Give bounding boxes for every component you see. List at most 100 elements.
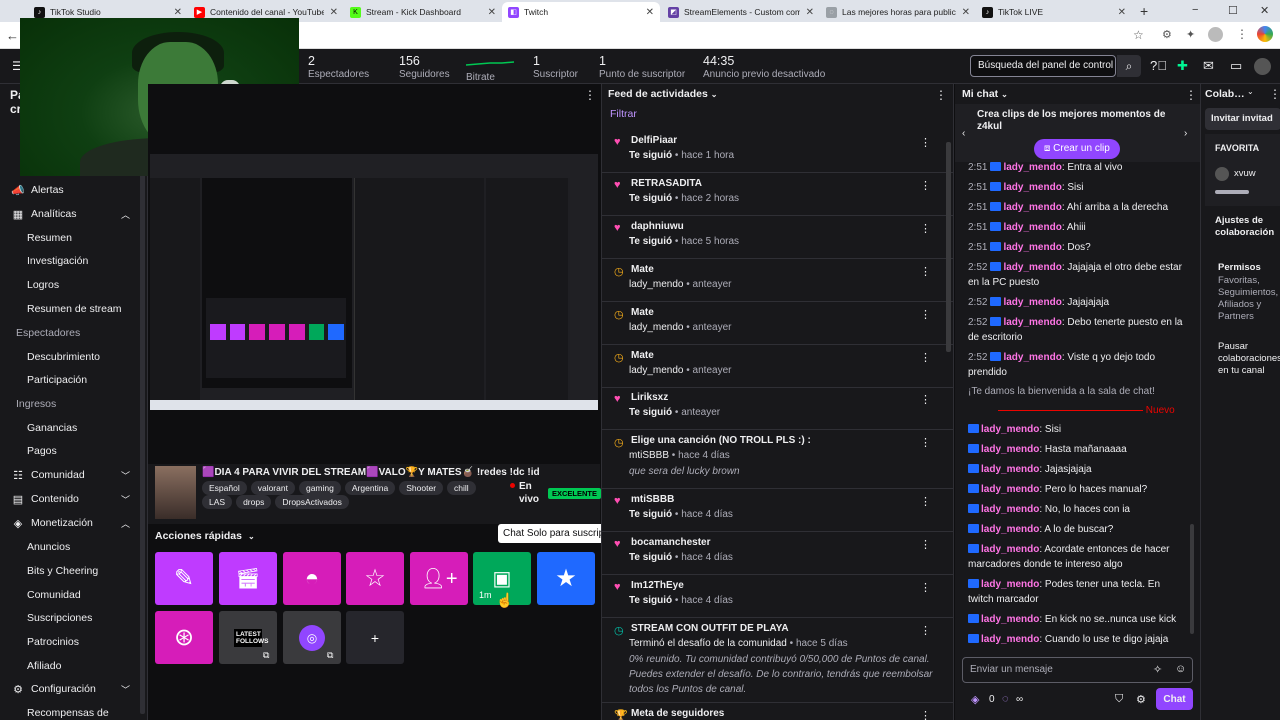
feed-item[interactable]: ◷ Mate lady_mendo • anteayer ⋮ <box>602 302 953 345</box>
stream-tag[interactable]: Argentina <box>344 481 396 495</box>
chat-username[interactable]: lady_mendo <box>981 544 1039 555</box>
chat-message[interactable]: 2:51 lady_mendo: Ahí arriba a la derecha <box>968 200 1183 215</box>
fav-user-name[interactable]: xvuw <box>1234 168 1256 179</box>
minimize-icon[interactable]: − <box>1192 4 1198 16</box>
chat-username[interactable]: lady_mendo <box>1003 182 1061 193</box>
feed-item-menu-icon[interactable]: ⋮ <box>920 538 931 551</box>
sidebar-item-descubrimiento[interactable]: Descubrimiento <box>0 346 147 368</box>
feed-item[interactable]: 🏆 Meta de seguidores ⋮ <box>602 703 953 720</box>
stream-tag[interactable]: LAS <box>202 495 233 509</box>
stream-tag[interactable]: gaming <box>298 481 341 495</box>
chat-scrollbar-thumb[interactable] <box>1190 524 1194 634</box>
chat-message[interactable]: 2:51 lady_mendo: Dos? <box>968 240 1183 255</box>
stream-thumbnail[interactable] <box>155 466 196 519</box>
add-follower-button[interactable]: 👤︎+ <box>410 552 468 605</box>
sidebar-item-ganancias[interactable]: Ganancias <box>0 417 147 439</box>
profile-avatar-icon[interactable] <box>1208 27 1223 42</box>
back-icon[interactable]: ← <box>6 28 19 43</box>
chevron-down-icon[interactable]: ﹀ <box>121 469 130 482</box>
chat-message[interactable]: lady_mendo: Pero lo haces manual? <box>968 482 1183 497</box>
stream-title[interactable]: 🟪DIA 4 PARA VIVIR DEL STREAM🟪VALO🏆Y MATE… <box>202 467 540 478</box>
chevron-right-icon[interactable]: › <box>1184 128 1187 139</box>
tab-tiktok-live[interactable]: ♪ TikTok LIVE ✕ <box>976 2 1132 22</box>
stream-tag[interactable]: Español <box>202 481 247 495</box>
sidebar-item-recompensas-de[interactable]: Recompensas de <box>0 702 147 720</box>
chat-message[interactable]: lady_mendo: Jajasjajaja <box>968 462 1183 477</box>
collab-title[interactable]: Colab… <box>1205 88 1245 100</box>
feed-item[interactable]: ◷ Elige una canción (NO TROLL PLS :) : mti… <box>602 430 953 489</box>
sidebar-item-logros[interactable]: Logros <box>0 274 147 296</box>
chat-message[interactable]: 2:52 lady_mendo: Debo tenerte puesto en l… <box>968 315 1183 345</box>
chat-settings-icon[interactable]: ⚙ <box>1136 693 1146 706</box>
bookmark-star-icon[interactable]: ☆ <box>1133 28 1144 42</box>
feed-item[interactable]: ◷ Mate lady_mendo • anteayer ⋮ <box>602 259 953 302</box>
sidebar-item-investigaci-n[interactable]: Investigación <box>0 250 147 272</box>
creator-tools-icon[interactable]: ✚ <box>1177 58 1188 74</box>
chevron-down-icon[interactable]: ⌄ <box>1247 87 1254 96</box>
chat-username[interactable]: lady_mendo <box>1003 202 1061 213</box>
emote-smile-icon[interactable]: ☺ <box>1175 663 1186 675</box>
chat-username[interactable]: lady_mendo <box>981 504 1039 515</box>
feed-item[interactable]: ◷ Mate lady_mendo • anteayer ⋮ <box>602 345 953 388</box>
search-button[interactable]: ⌕ <box>1117 55 1141 77</box>
close-tab-icon[interactable]: ✕ <box>962 7 970 18</box>
sidebar-item-resumen[interactable]: Resumen <box>0 227 147 249</box>
feed-item[interactable]: ♥ Im12ThEye Te siguió • hace 4 días ⋮ <box>602 575 953 618</box>
chat-message[interactable]: 2:52 lady_mendo: Jajajajaja <box>968 295 1183 310</box>
chevron-up-icon[interactable]: ︿ <box>121 208 130 221</box>
sidebar-item-contenido[interactable]: ▤ Contenido ﹀ <box>0 488 147 510</box>
feed-item-menu-icon[interactable]: ⋮ <box>920 393 931 406</box>
chat-menu-icon[interactable]: ⋮ <box>1185 88 1197 102</box>
stream-preview-video[interactable] <box>150 154 598 410</box>
stream-tag[interactable]: drops <box>236 495 272 509</box>
close-tab-icon[interactable]: ✕ <box>174 7 182 18</box>
chat-message[interactable]: lady_mendo: No, lo haces con ia <box>968 502 1183 517</box>
sidebar-item-patrocinios[interactable]: Patrocinios <box>0 631 147 653</box>
sidebar-item-participaci-n[interactable]: Participación <box>0 369 147 391</box>
permissions-title[interactable]: Permisos <box>1218 262 1261 274</box>
feed-item-menu-icon[interactable]: ⋮ <box>920 351 931 364</box>
copilot-icon[interactable] <box>1257 26 1273 42</box>
fav-user-avatar[interactable] <box>1215 167 1229 181</box>
sidebar-item-monetizaci-n[interactable]: ◈ Monetización ︿ <box>0 512 147 534</box>
filter-link[interactable]: Filtrar <box>610 108 637 120</box>
chevron-down-icon[interactable]: ﹀ <box>121 683 130 696</box>
tab-kick-dashboard[interactable]: K Stream - Kick Dashboard ✕ <box>344 2 502 22</box>
whispers-icon[interactable]: ▭ <box>1230 58 1242 74</box>
feed-item-menu-icon[interactable]: ⋮ <box>920 495 931 508</box>
chat-username[interactable]: lady_mendo <box>981 614 1039 625</box>
feed-item-menu-icon[interactable]: ⋮ <box>920 308 931 321</box>
sidebar-item-comunidad[interactable]: Comunidad <box>0 584 147 606</box>
feed-item-menu-icon[interactable]: ⋮ <box>920 624 931 637</box>
sidebar-item-alertas[interactable]: 📣 Alertas <box>0 179 147 201</box>
chat-message[interactable]: lady_mendo: Hasta mañanaaaa <box>968 442 1183 457</box>
chat-message[interactable]: 2:51 lady_mendo: Ahiii <box>968 220 1183 235</box>
chat-message[interactable]: 2:52 lady_mendo: Viste q yo dejo todo pre… <box>968 350 1183 380</box>
feed-item-menu-icon[interactable]: ⋮ <box>920 436 931 449</box>
start-prediction-button[interactable]: ◓ <box>283 552 341 605</box>
chat-username[interactable]: lady_mendo <box>981 444 1039 455</box>
chat-username[interactable]: lady_mendo <box>1003 297 1061 308</box>
extension-icon[interactable]: ⚙ <box>1162 28 1172 41</box>
chat-message[interactable]: lady_mendo: Podes tener una tecla. En tw… <box>968 577 1183 607</box>
collab-menu-icon[interactable]: ⋮ <box>1269 87 1280 101</box>
mod-shield-icon[interactable]: ⛉ <box>1115 693 1123 706</box>
close-tab-icon[interactable]: ✕ <box>330 7 338 18</box>
chevron-down-icon[interactable]: ﹀ <box>121 493 130 506</box>
feed-item[interactable]: ♥ RETRASADITA Te siguió • hace 2 horas ⋮ <box>602 173 953 216</box>
close-tab-icon[interactable]: ✕ <box>646 7 654 18</box>
chat-title[interactable]: Mi chat ⌄ <box>962 88 1008 100</box>
sidebar-item-bits-y-cheering[interactable]: Bits y Cheering <box>0 560 147 582</box>
feed-item-menu-icon[interactable]: ⋮ <box>920 222 931 235</box>
feed-item[interactable]: ♥ Liriksxz Te siguió • anteayer ⋮ <box>602 387 953 430</box>
stream-tag[interactable]: chill <box>447 481 476 495</box>
feed-menu-icon[interactable]: ⋮ <box>935 88 947 102</box>
chat-username[interactable]: lady_mendo <box>1003 162 1061 173</box>
chevron-up-icon[interactable]: ︿ <box>121 517 130 530</box>
sidebar-item-anuncios[interactable]: Anuncios <box>0 536 147 558</box>
chat-input[interactable]: Enviar un mensaje ✧ ☺ <box>962 657 1193 683</box>
sidebar-scrollbar[interactable] <box>140 174 145 714</box>
close-tab-icon[interactable]: ✕ <box>1118 7 1126 18</box>
add-marker-button[interactable]: 🎬︎ <box>219 552 277 605</box>
favorites-scrollbar[interactable] <box>1215 190 1249 194</box>
